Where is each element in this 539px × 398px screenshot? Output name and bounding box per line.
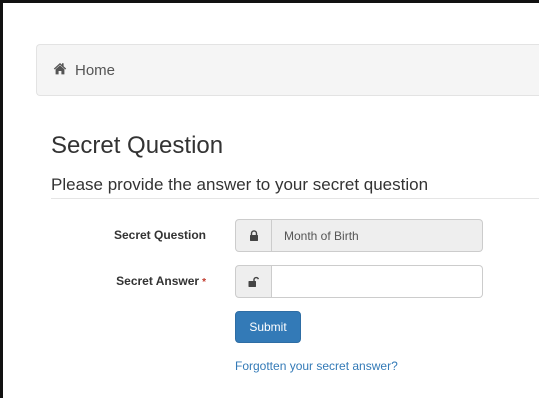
secret-answer-group [235,265,483,298]
page-title: Secret Question [51,132,224,159]
forgot-secret-answer-link[interactable]: Forgotten your secret answer? [235,359,398,373]
breadcrumb-home-label: Home [75,61,116,79]
lock-icon [235,219,272,252]
secret-question-label: Secret Question [46,228,206,242]
breadcrumb: Home [36,44,539,96]
unlock-icon [235,265,272,298]
submit-button[interactable]: Submit [235,311,301,343]
breadcrumb-home-link[interactable]: Home [53,62,115,79]
secret-question-group [235,219,483,252]
secret-question-label-text: Secret Question [113,228,206,242]
secret-answer-input[interactable] [272,265,483,298]
required-marker: * [202,277,206,288]
secret-question-field [272,219,483,252]
home-icon [53,62,75,79]
secret-answer-label-text: Secret Answer [116,274,200,288]
page-subtitle: Please provide the answer to your secret… [51,175,429,194]
divider [51,198,539,199]
secret-answer-label: Secret Answer * [46,274,206,288]
